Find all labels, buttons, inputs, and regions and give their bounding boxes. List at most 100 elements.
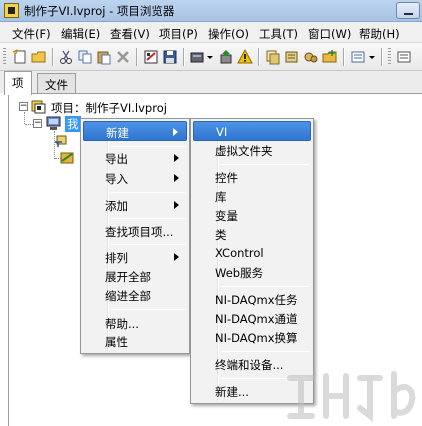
menu-window[interactable]: 窗口(W) bbox=[308, 26, 351, 42]
build-specifications-icon bbox=[60, 152, 74, 164]
menu-item-label: 添加 bbox=[105, 199, 128, 213]
submenu-arrow-icon bbox=[174, 253, 179, 261]
minimize-button[interactable] bbox=[396, 2, 420, 19]
new-icon[interactable] bbox=[12, 49, 28, 65]
toolbar bbox=[0, 43, 422, 71]
warning-icon[interactable] bbox=[237, 49, 253, 65]
submenu-arrow-icon bbox=[173, 128, 178, 136]
root-expander[interactable]: − bbox=[19, 102, 28, 111]
submenu-item-library[interactable]: 库 bbox=[193, 186, 311, 206]
menu-item-add[interactable]: 添加 bbox=[83, 195, 187, 215]
toolbar-grip[interactable] bbox=[3, 48, 6, 66]
menu-separator bbox=[221, 351, 309, 352]
menu-item-label: 新建 bbox=[106, 126, 129, 140]
menu-item-new[interactable]: 新建 bbox=[83, 121, 187, 141]
menu-item-label: VI bbox=[216, 125, 228, 139]
toolbar-separator bbox=[381, 48, 382, 66]
my-computer-label[interactable]: 我 bbox=[65, 116, 81, 132]
menu-item-label: 新建... bbox=[215, 385, 249, 399]
menu-separator bbox=[221, 286, 309, 287]
menu-item-find-project-items[interactable]: 查找项目项... bbox=[83, 221, 187, 241]
menu-item-expand-all[interactable]: 展开全部 bbox=[83, 266, 187, 286]
menu-item-collapse-all[interactable]: 缩进全部 bbox=[83, 285, 187, 305]
dependencies-node-icon bbox=[55, 135, 67, 147]
menu-separator bbox=[111, 309, 185, 310]
dependencies-icon[interactable] bbox=[303, 49, 319, 65]
build-icon[interactable] bbox=[143, 49, 159, 65]
toolbar-grip[interactable] bbox=[388, 48, 391, 66]
menu-item-label: 排列 bbox=[105, 251, 128, 265]
menu-view[interactable]: 查看(V) bbox=[110, 26, 150, 42]
menu-bar: 文件(F) 编辑(E) 查看(V) 项目(P) 操作(O) 工具(T) 窗口(W… bbox=[0, 22, 422, 43]
menu-item-label: 类 bbox=[215, 228, 227, 242]
menu-edit[interactable]: 编辑(E) bbox=[61, 26, 100, 42]
menu-item-label: 库 bbox=[215, 190, 227, 204]
list-icon[interactable] bbox=[396, 49, 412, 65]
submenu-item-daqmx-scale[interactable]: NI-DAQmx换算 bbox=[193, 327, 311, 347]
menu-separator bbox=[111, 218, 185, 219]
menu-item-label: 虚拟文件夹 bbox=[215, 144, 273, 158]
menu-tools[interactable]: 工具(T) bbox=[259, 26, 298, 42]
dropdown-chevron-icon[interactable] bbox=[368, 49, 376, 65]
tab-items[interactable]: 项 bbox=[4, 71, 32, 95]
tree-connector bbox=[25, 124, 33, 125]
submenu-item-daqmx-task[interactable]: NI-DAQmx任务 bbox=[193, 289, 311, 309]
copy-icon[interactable] bbox=[77, 49, 93, 65]
toolbar-separator bbox=[343, 48, 344, 66]
watermark-logo bbox=[287, 371, 416, 423]
menu-item-label: 导出 bbox=[105, 152, 128, 166]
open-icon[interactable] bbox=[31, 49, 47, 65]
menu-item-label: 变量 bbox=[215, 209, 238, 223]
view-icon[interactable] bbox=[350, 49, 366, 65]
toolbar-separator bbox=[183, 48, 184, 66]
my-computer-expander[interactable]: − bbox=[33, 119, 42, 128]
items-icon[interactable] bbox=[284, 49, 300, 65]
menu-item-label: 终端和设备... bbox=[215, 358, 284, 372]
submenu-arrow-icon bbox=[174, 154, 179, 162]
title-bar: 制作子VI.lvproj - 项目浏览器 bbox=[0, 0, 422, 22]
paste-icon[interactable] bbox=[96, 49, 112, 65]
menu-separator bbox=[111, 192, 185, 193]
tab-files[interactable]: 文件 bbox=[37, 73, 76, 94]
deploy-icon[interactable] bbox=[218, 49, 234, 65]
menu-item-label: NI-DAQmx换算 bbox=[215, 331, 298, 345]
project-files-icon[interactable] bbox=[265, 49, 281, 65]
submenu-item-xcontrol[interactable]: XControl bbox=[193, 243, 311, 263]
menu-item-properties[interactable]: 属性 bbox=[83, 331, 187, 351]
submenu-item-web-service[interactable]: Web服务 bbox=[193, 262, 311, 282]
submenu-item-daqmx-channel[interactable]: NI-DAQmx通道 bbox=[193, 308, 311, 328]
menu-project[interactable]: 项目(P) bbox=[159, 26, 198, 42]
menu-item-label: 查找项目项... bbox=[105, 225, 174, 239]
toolbar-separator bbox=[52, 48, 53, 66]
menu-item-import[interactable]: 导入 bbox=[83, 168, 187, 188]
cut-icon[interactable] bbox=[58, 49, 74, 65]
save-all-icon[interactable] bbox=[162, 49, 178, 65]
submenu-item-control[interactable]: 控件 bbox=[193, 167, 311, 187]
submenu-item-vi[interactable]: VI bbox=[193, 121, 311, 141]
menu-operate[interactable]: 操作(O) bbox=[208, 26, 249, 42]
menu-help[interactable]: 帮助(H) bbox=[359, 26, 400, 42]
menu-item-label: XControl bbox=[215, 246, 264, 260]
submenu-arrow-icon bbox=[174, 174, 179, 182]
menu-item-label: 展开全部 bbox=[105, 270, 151, 284]
hardware-icon[interactable] bbox=[190, 49, 206, 65]
submenu-item-class[interactable]: 类 bbox=[193, 224, 311, 244]
labview-project-icon bbox=[4, 3, 19, 18]
menu-file[interactable]: 文件(F) bbox=[12, 26, 51, 42]
menu-item-label: 导入 bbox=[105, 172, 128, 186]
menu-item-export[interactable]: 导出 bbox=[83, 148, 187, 168]
menu-item-arrange[interactable]: 排列 bbox=[83, 247, 187, 267]
add-folder-icon[interactable] bbox=[322, 49, 338, 65]
submenu-item-variable[interactable]: 变量 bbox=[193, 205, 311, 225]
tab-row: 项 文件 bbox=[0, 71, 422, 95]
submenu-item-virtual-folder[interactable]: 虚拟文件夹 bbox=[193, 140, 311, 160]
menu-item-label: 缩进全部 bbox=[105, 289, 151, 303]
toolbar-separator bbox=[136, 48, 137, 66]
project-root-label[interactable]: 项目：制作子VI.lvproj bbox=[51, 100, 167, 116]
menu-item-label: 属性 bbox=[105, 335, 128, 349]
menu-item-label: 帮助... bbox=[105, 317, 139, 331]
toolbar-separator bbox=[258, 48, 259, 66]
dropdown-chevron-icon[interactable] bbox=[206, 49, 214, 65]
delete-icon[interactable] bbox=[115, 49, 131, 65]
menu-item-help[interactable]: 帮助... bbox=[83, 313, 187, 333]
